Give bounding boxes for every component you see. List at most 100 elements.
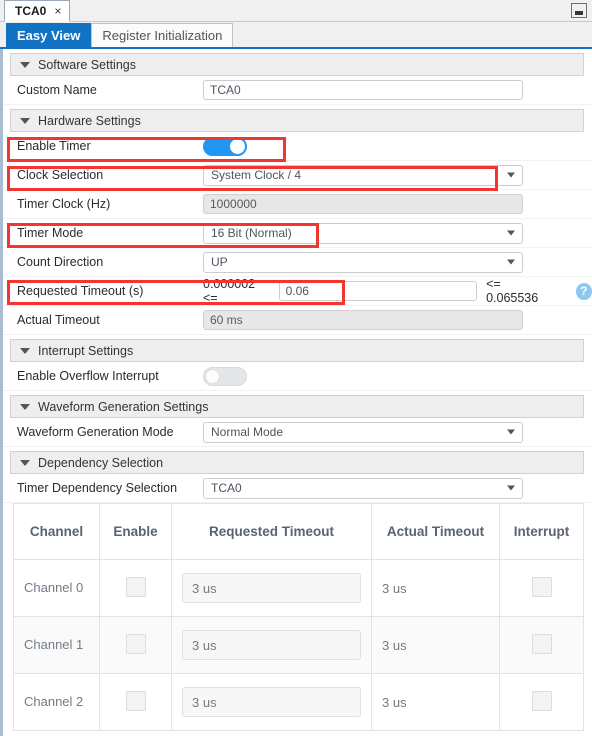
overflow-interrupt-toggle[interactable]	[203, 366, 247, 386]
row-count-direction: Count Direction UP	[3, 248, 592, 277]
table-row: Channel 1 3 us 3 us	[13, 616, 584, 674]
channel-name: Channel 2	[24, 693, 84, 709]
chevron-down-icon	[507, 259, 515, 265]
label-timer-clock: Timer Clock (Hz)	[17, 197, 111, 211]
toggle-knob	[205, 368, 220, 384]
chevron-down-icon	[20, 117, 30, 124]
column-header-requested-timeout: Requested Timeout	[171, 503, 372, 560]
section-title-hardware-settings: Hardware Settings	[38, 113, 141, 128]
enable-checkbox[interactable]	[125, 633, 146, 654]
actual-timeout-value: 60 ms	[203, 310, 523, 330]
row-timer-dependency-selection: Timer Dependency Selection TCA0	[3, 474, 592, 503]
section-header-interrupt-settings[interactable]: Interrupt Settings	[10, 339, 584, 362]
waveform-generation-mode-value: Normal Mode	[211, 425, 284, 439]
enable-timer-toggle[interactable]	[203, 136, 247, 156]
document-tab-label: TCA0	[15, 4, 47, 18]
row-clock-selection: Clock Selection System Clock / 4	[3, 161, 592, 190]
interrupt-checkbox[interactable]	[531, 690, 552, 711]
label-enable-timer: Enable Timer	[17, 139, 91, 153]
tab-register-initialization[interactable]: Register Initialization	[91, 23, 234, 47]
chevron-down-icon	[20, 459, 30, 466]
label-timer-dependency-selection: Timer Dependency Selection	[17, 481, 178, 495]
interrupt-checkbox[interactable]	[531, 576, 552, 597]
label-clock-selection: Clock Selection	[17, 168, 104, 182]
chevron-down-icon	[20, 347, 30, 354]
section-header-dependency-selection[interactable]: Dependency Selection	[10, 451, 584, 474]
chevron-down-icon	[507, 172, 515, 178]
timer-clock-value: 1000000	[203, 194, 523, 214]
section-title-interrupt-settings: Interrupt Settings	[38, 343, 134, 358]
label-count-direction: Count Direction	[17, 255, 104, 269]
label-requested-timeout: Requested Timeout (s)	[17, 284, 144, 298]
close-icon[interactable]: ×	[54, 5, 61, 17]
toggle-knob	[230, 138, 245, 154]
row-enable-timer: Enable Timer	[3, 132, 592, 161]
row-waveform-generation-mode: Waveform Generation Mode Normal Mode	[3, 418, 592, 447]
timer-dependency-dropdown[interactable]: TCA0	[203, 477, 523, 499]
tca0-configuration-panel: TCA0 × Easy View Register Initialization…	[0, 0, 592, 736]
table-header-row: Channel Enable Requested Timeout Actual …	[13, 503, 584, 560]
row-actual-timeout: Actual Timeout 60 ms	[3, 306, 592, 335]
actual-timeout-cell: 3 us	[382, 694, 407, 710]
row-requested-timeout: Requested Timeout (s) 0.000002 <= 0.06 <…	[3, 277, 592, 306]
timer-mode-dropdown[interactable]: 16 Bit (Normal)	[203, 222, 523, 244]
enable-checkbox[interactable]	[125, 690, 146, 711]
requested-timeout-cell-input[interactable]: 3 us	[182, 573, 361, 603]
help-icon[interactable]: ?	[575, 282, 592, 300]
row-enable-overflow-interrupt: Enable Overflow Interrupt	[3, 362, 592, 391]
chevron-down-icon	[507, 485, 515, 491]
actual-timeout-cell: 3 us	[382, 637, 407, 653]
label-enable-overflow-interrupt: Enable Overflow Interrupt	[17, 369, 159, 383]
clock-selection-dropdown[interactable]: System Clock / 4	[203, 164, 523, 186]
table-row: Channel 2 3 us 3 us	[13, 673, 584, 731]
chevron-down-icon	[507, 429, 515, 435]
timer-dependency-value: TCA0	[211, 481, 242, 495]
requested-timeout-cell-input[interactable]: 3 us	[182, 630, 361, 660]
channel-name: Channel 1	[24, 636, 84, 652]
column-header-enable: Enable	[99, 503, 172, 560]
label-actual-timeout: Actual Timeout	[17, 313, 100, 327]
label-timer-mode: Timer Mode	[17, 226, 84, 240]
section-header-software-settings[interactable]: Software Settings	[10, 53, 584, 76]
count-direction-dropdown[interactable]: UP	[203, 251, 523, 273]
row-timer-clock: Timer Clock (Hz) 1000000	[3, 190, 592, 219]
channel-name: Channel 0	[24, 579, 84, 595]
settings-content: Software Settings Custom Name TCA0 Hardw…	[0, 49, 592, 736]
section-title-waveform-settings: Waveform Generation Settings	[38, 399, 209, 414]
restore-glyph	[575, 11, 583, 15]
section-title-dependency-selection: Dependency Selection	[38, 455, 164, 470]
channel-table: Channel Enable Requested Timeout Actual …	[13, 503, 584, 731]
column-header-interrupt: Interrupt	[499, 503, 584, 560]
table-row: Channel 0 3 us 3 us	[13, 559, 584, 617]
requested-timeout-input[interactable]: 0.06	[278, 281, 478, 301]
row-timer-mode: Timer Mode 16 Bit (Normal)	[3, 219, 592, 248]
count-direction-value: UP	[211, 255, 228, 269]
actual-timeout-cell: 3 us	[382, 580, 407, 596]
column-header-actual-timeout: Actual Timeout	[371, 503, 500, 560]
enable-checkbox[interactable]	[125, 576, 146, 597]
requested-timeout-max: <= 0.065536	[486, 277, 539, 305]
chevron-down-icon	[20, 403, 30, 410]
view-tab-bar: Easy View Register Initialization	[0, 22, 592, 49]
tab-register-initialization-label: Register Initialization	[102, 28, 223, 43]
custom-name-input[interactable]: TCA0	[203, 80, 523, 100]
restore-window-icon[interactable]	[571, 3, 587, 18]
requested-timeout-cell-input[interactable]: 3 us	[182, 687, 361, 717]
label-waveform-generation-mode: Waveform Generation Mode	[17, 425, 174, 439]
chevron-down-icon	[20, 61, 30, 68]
label-custom-name: Custom Name	[17, 83, 97, 97]
column-header-channel: Channel	[13, 503, 100, 560]
waveform-generation-mode-dropdown[interactable]: Normal Mode	[203, 421, 523, 443]
requested-timeout-min: 0.000002 <=	[203, 277, 256, 305]
row-custom-name: Custom Name TCA0	[3, 76, 592, 105]
interrupt-checkbox[interactable]	[531, 633, 552, 654]
tab-easy-view[interactable]: Easy View	[6, 23, 92, 47]
tab-easy-view-label: Easy View	[17, 28, 81, 43]
window-titlebar: TCA0 ×	[0, 0, 592, 22]
chevron-down-icon	[507, 230, 515, 236]
document-tab-tca0[interactable]: TCA0 ×	[4, 0, 71, 22]
section-header-hardware-settings[interactable]: Hardware Settings	[10, 109, 584, 132]
section-title-software-settings: Software Settings	[38, 57, 136, 72]
section-header-waveform-settings[interactable]: Waveform Generation Settings	[10, 395, 584, 418]
clock-selection-value: System Clock / 4	[211, 168, 302, 182]
